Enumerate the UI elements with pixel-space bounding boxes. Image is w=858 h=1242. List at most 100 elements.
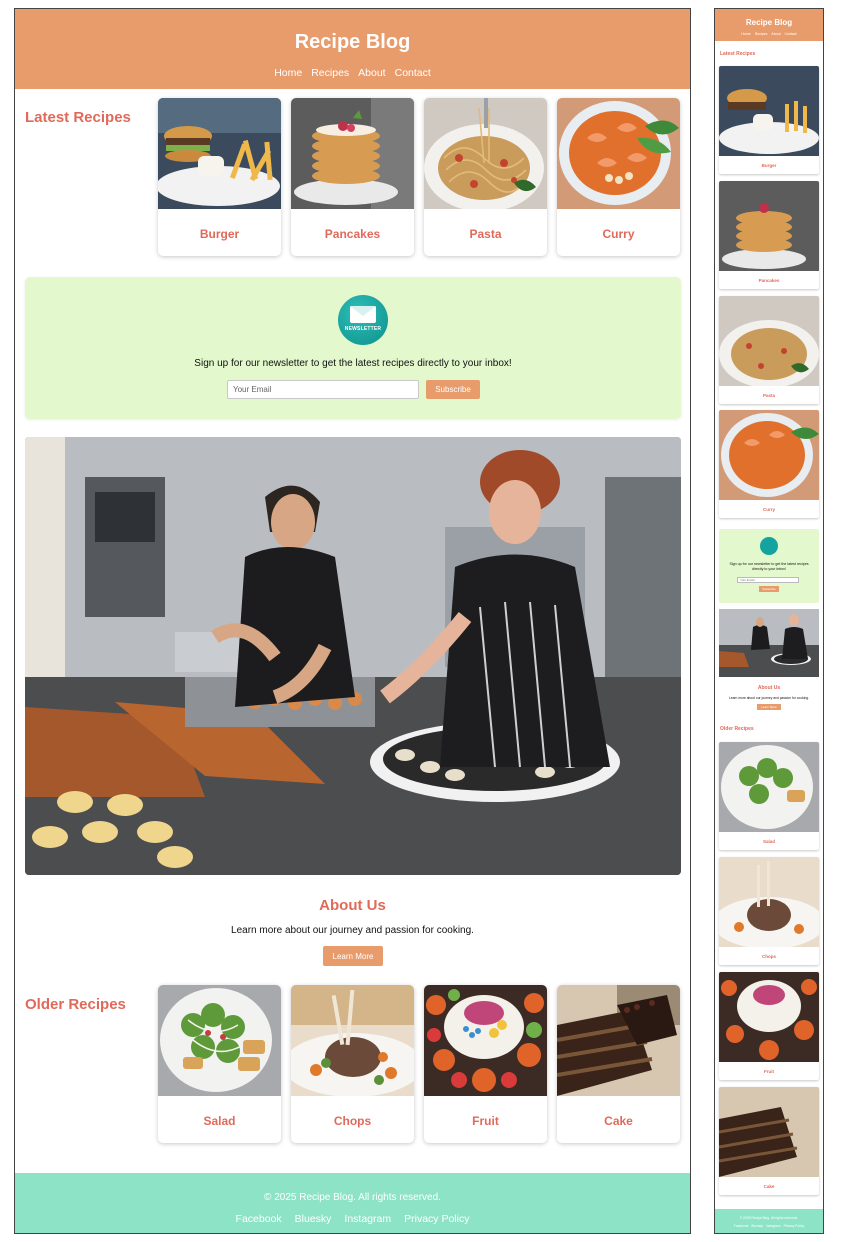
chops-image bbox=[291, 985, 414, 1096]
site-footer: © 2025 Recipe Blog. All rights reserved.… bbox=[15, 1173, 690, 1233]
mobile-kitchen-image bbox=[719, 609, 819, 677]
mobile-footer: © 2025 Recipe Blog. All rights reserved.… bbox=[715, 1209, 823, 1233]
mobile-card-curry[interactable]: Curry bbox=[719, 410, 819, 518]
fruit-image bbox=[424, 985, 547, 1096]
nav-home[interactable]: Home bbox=[274, 67, 302, 79]
main-nav: Home Recipes About Contact bbox=[15, 67, 690, 79]
recipe-card-curry[interactable]: Curry bbox=[557, 98, 680, 256]
older-recipes-heading: Older Recipes bbox=[25, 996, 126, 1013]
mobile-email-input[interactable] bbox=[737, 577, 799, 583]
mobile-footer-link-instagram[interactable]: Instagram bbox=[766, 1224, 781, 1228]
recipe-label: Burger bbox=[761, 163, 777, 168]
cake-image bbox=[719, 1087, 819, 1177]
about-text: Learn more about our journey and passion… bbox=[231, 925, 474, 936]
recipe-label: Pasta bbox=[762, 393, 775, 398]
newsletter-envelope-icon: NEWSLETTER bbox=[338, 295, 388, 345]
mobile-card-pasta[interactable]: Pasta bbox=[719, 296, 819, 404]
mobile-nav-recipes[interactable]: Recipes bbox=[755, 32, 768, 36]
burger-image bbox=[719, 66, 819, 156]
about-heading: About Us bbox=[319, 897, 386, 914]
recipe-card-burger[interactable]: Burger bbox=[158, 98, 281, 256]
mobile-footer-link-privacy[interactable]: Privacy Policy bbox=[784, 1224, 805, 1228]
recipe-label: Curry bbox=[602, 227, 635, 241]
pasta-image bbox=[719, 296, 819, 386]
newsletter-envelope-icon bbox=[760, 537, 778, 555]
mobile-header: Recipe Blog Home Recipes About Contact bbox=[715, 9, 823, 41]
subscribe-button[interactable]: Subscribe bbox=[426, 380, 480, 399]
recipe-card-pasta[interactable]: Pasta bbox=[424, 98, 547, 256]
site-header: Recipe Blog Home Recipes About Contact bbox=[15, 9, 690, 89]
latest-recipes-heading: Latest Recipes bbox=[25, 109, 131, 126]
chops-image bbox=[719, 857, 819, 947]
pancakes-image bbox=[291, 98, 414, 209]
recipe-label: Salad bbox=[762, 839, 775, 844]
mobile-nav: Home Recipes About Contact bbox=[715, 32, 823, 36]
mobile-copyright-text: © 2025 Recipe Blog. All rights reserved. bbox=[739, 1216, 799, 1220]
recipe-label: Pasta bbox=[469, 227, 502, 241]
pancakes-image bbox=[719, 181, 819, 271]
recipe-label: Chops bbox=[333, 1114, 372, 1128]
nav-about[interactable]: About bbox=[358, 67, 385, 79]
mobile-newsletter-section: Sign up for our newsletter to get the la… bbox=[719, 529, 819, 603]
recipe-card-chops[interactable]: Chops bbox=[291, 985, 414, 1143]
recipe-label: Pancakes bbox=[758, 278, 780, 283]
newsletter-section: NEWSLETTER Sign up for our newsletter to… bbox=[25, 277, 681, 419]
curry-image bbox=[557, 98, 680, 209]
recipe-label: Burger bbox=[199, 227, 240, 241]
email-input[interactable] bbox=[227, 380, 419, 399]
learn-more-button[interactable]: Learn More bbox=[323, 946, 383, 966]
recipe-label: Curry bbox=[762, 507, 775, 512]
mobile-subscribe-button[interactable]: Subscribe bbox=[759, 586, 779, 592]
desktop-page: Recipe Blog Home Recipes About Contact L… bbox=[14, 8, 691, 1234]
mobile-about-heading: About Us bbox=[757, 685, 781, 691]
recipe-card-cake[interactable]: Cake bbox=[557, 985, 680, 1143]
mobile-older-heading: Older Recipes bbox=[720, 726, 754, 732]
mobile-nav-about[interactable]: About bbox=[771, 32, 780, 36]
mobile-site-title: Recipe Blog bbox=[745, 18, 793, 27]
mobile-card-burger[interactable]: Burger bbox=[719, 66, 819, 174]
mobile-card-pancakes[interactable]: Pancakes bbox=[719, 181, 819, 289]
footer-link-bluesky[interactable]: Bluesky bbox=[295, 1213, 332, 1225]
mobile-nav-home[interactable]: Home bbox=[741, 32, 750, 36]
nav-recipes[interactable]: Recipes bbox=[311, 67, 349, 79]
mobile-about-text: Learn more about our journey and passion… bbox=[728, 696, 810, 700]
footer-link-privacy[interactable]: Privacy Policy bbox=[404, 1213, 469, 1225]
recipe-label: Fruit bbox=[472, 1114, 499, 1128]
fruit-image bbox=[719, 972, 819, 1062]
mobile-footer-links: Facebook Bluesky Instagram Privacy Polic… bbox=[715, 1224, 823, 1228]
mobile-card-salad[interactable]: Salad bbox=[719, 742, 819, 850]
mobile-newsletter-text: Sign up for our newsletter to get the la… bbox=[729, 562, 809, 571]
footer-links: Facebook Bluesky Instagram Privacy Polic… bbox=[15, 1213, 690, 1225]
kitchen-hero-image bbox=[25, 437, 681, 875]
footer-link-facebook[interactable]: Facebook bbox=[236, 1213, 282, 1225]
recipe-label: Cake bbox=[604, 1114, 633, 1128]
mobile-nav-contact[interactable]: Contact bbox=[785, 32, 797, 36]
nav-contact[interactable]: Contact bbox=[395, 67, 431, 79]
burger-image bbox=[158, 98, 281, 209]
salad-image bbox=[719, 742, 819, 832]
mobile-learn-more-button[interactable]: Learn More bbox=[757, 704, 781, 710]
mobile-footer-link-facebook[interactable]: Facebook bbox=[734, 1224, 748, 1228]
recipe-label: Chops bbox=[762, 954, 776, 959]
recipe-label: Cake bbox=[763, 1184, 775, 1189]
mobile-page: Recipe Blog Home Recipes About Contact L… bbox=[714, 8, 824, 1234]
mobile-card-cake[interactable]: Cake bbox=[719, 1087, 819, 1195]
recipe-label: Pancakes bbox=[324, 227, 381, 241]
newsletter-text: Sign up for our newsletter to get the la… bbox=[194, 358, 512, 369]
recipe-card-pancakes[interactable]: Pancakes bbox=[291, 98, 414, 256]
footer-link-instagram[interactable]: Instagram bbox=[344, 1213, 391, 1225]
recipe-label: Salad bbox=[203, 1114, 236, 1128]
cake-image bbox=[557, 985, 680, 1096]
recipe-card-fruit[interactable]: Fruit bbox=[424, 985, 547, 1143]
mobile-latest-heading: Latest Recipes bbox=[720, 51, 756, 57]
mobile-footer-link-bluesky[interactable]: Bluesky bbox=[751, 1224, 763, 1228]
recipe-label: Fruit bbox=[764, 1069, 774, 1074]
mobile-card-fruit[interactable]: Fruit bbox=[719, 972, 819, 1080]
mobile-card-chops[interactable]: Chops bbox=[719, 857, 819, 965]
copyright-text: © 2025 Recipe Blog. All rights reserved. bbox=[264, 1192, 441, 1203]
salad-image bbox=[158, 985, 281, 1096]
recipe-card-salad[interactable]: Salad bbox=[158, 985, 281, 1143]
curry-image bbox=[719, 410, 819, 500]
site-title: Recipe Blog bbox=[294, 31, 411, 53]
pasta-image bbox=[424, 98, 547, 209]
